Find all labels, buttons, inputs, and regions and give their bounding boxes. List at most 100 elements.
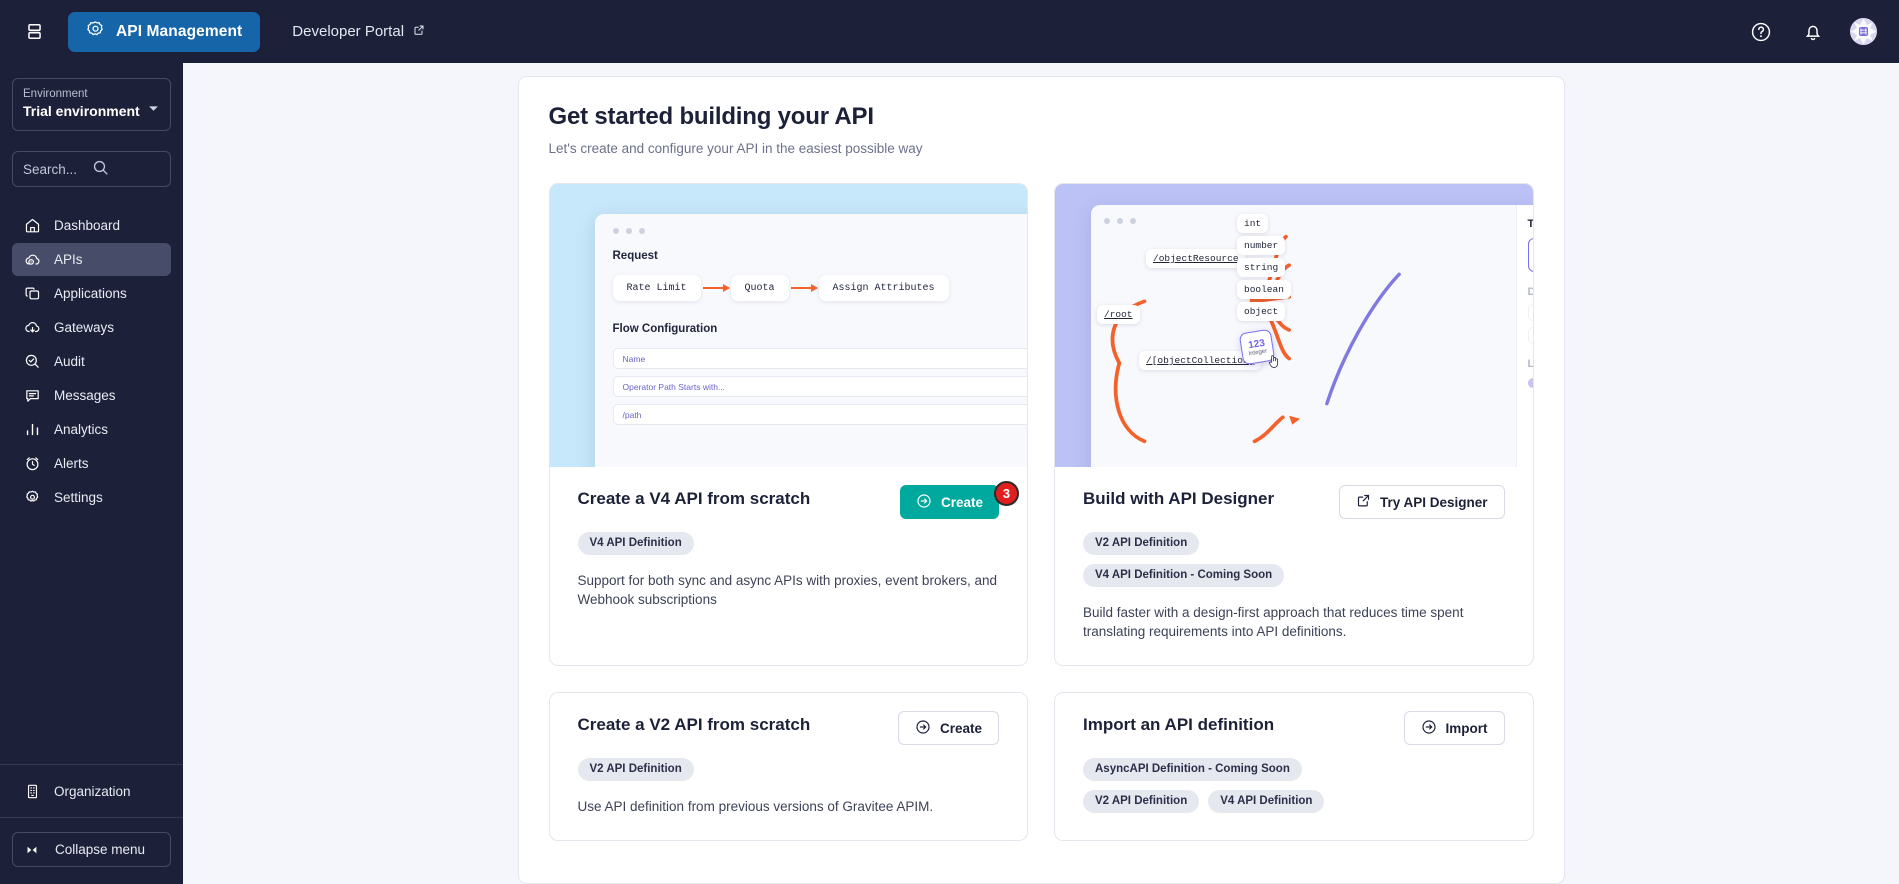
- flow-step: Quota: [730, 275, 789, 301]
- hamburger-menu-icon[interactable]: [14, 12, 54, 52]
- sidebar-item-audit[interactable]: Audit: [12, 345, 171, 378]
- external-link-icon: [1356, 493, 1371, 511]
- sidebar-item-analytics[interactable]: Analytics: [12, 413, 171, 446]
- import-button[interactable]: Import: [1403, 711, 1505, 746]
- create-v2-button-label: Create: [939, 720, 982, 736]
- sidebar-item-label: Gateways: [54, 320, 115, 335]
- chip: V2 API Definition: [1083, 532, 1200, 555]
- sidebar-item-organization[interactable]: Organization: [0, 765, 183, 817]
- designer-type-number: number: [1237, 236, 1286, 255]
- card-body: Import an API definition Import AsyncAPI…: [1055, 693, 1533, 837]
- card-chips: AsyncAPI Definition - Coming Soon: [1083, 758, 1505, 782]
- card-body: Create a V4 API from scratch Create 3 V4…: [550, 467, 1028, 633]
- copy-stack-icon: [23, 285, 41, 303]
- import-button-label: Import: [1445, 720, 1488, 736]
- illustration-flow-row: Rate Limit Quota Assign Attributes: [612, 275, 1028, 301]
- card-import-api-definition[interactable]: Import an API definition Import AsyncAPI…: [1054, 692, 1534, 842]
- tab-developer-portal[interactable]: Developer Portal: [282, 12, 435, 52]
- panel-legend-dots: [1527, 378, 1533, 388]
- designer-type-object: object: [1237, 302, 1286, 321]
- gear-icon: [23, 489, 41, 507]
- chip: V4 API Definition: [577, 532, 694, 555]
- create-v4-button[interactable]: Create: [899, 485, 999, 519]
- tab-developer-portal-label: Developer Portal: [292, 23, 405, 40]
- sidebar-item-label: Audit: [54, 354, 85, 369]
- node-label: /objectResource: [1153, 253, 1239, 264]
- topbar-actions: [1746, 17, 1877, 47]
- card-description: Use API definition from previous version…: [577, 799, 934, 815]
- bell-icon[interactable]: [1798, 17, 1828, 47]
- card-create-v2-api[interactable]: Create a V2 API from scratch Create V2 A…: [548, 692, 1028, 842]
- cloud-gear-icon: [23, 251, 41, 269]
- chip: V4 API Definition: [1208, 790, 1325, 814]
- card-head: Create a V4 API from scratch Create 3: [577, 481, 1019, 519]
- sidebar-item-alerts[interactable]: Alerts: [12, 447, 171, 480]
- panel-field-name: Name: [1527, 304, 1533, 321]
- alarm-clock-icon: [23, 455, 41, 473]
- create-v2-button[interactable]: Create: [897, 711, 999, 746]
- help-circle-icon[interactable]: [1746, 17, 1776, 47]
- card-create-v4-api[interactable]: Request Rate Limit Quota Assign Attribut…: [548, 183, 1028, 667]
- tab-api-management[interactable]: API Management: [68, 11, 261, 52]
- environment-label: Environment: [23, 88, 88, 100]
- sidebar-item-dashboard[interactable]: Dashboard: [12, 209, 171, 242]
- card-description: Build faster with a design-first approac…: [1083, 605, 1464, 640]
- sidebar-item-apis[interactable]: APIs: [12, 243, 171, 276]
- card-head: Build with API Designer Try API Designer: [1083, 485, 1505, 519]
- flow-step: Assign Attributes: [818, 275, 949, 301]
- illustration-request-heading: Request: [612, 250, 658, 262]
- bar-chart-icon: [23, 421, 41, 439]
- panel-legend-heading: Legend: [1528, 358, 1533, 370]
- sidebar-item-label: Analytics: [54, 422, 109, 437]
- main-content: Get started building your API Let's crea…: [183, 63, 1899, 884]
- designer-type-int: int: [1237, 214, 1269, 233]
- card-illustration-flow-editor: Request Rate Limit Quota Assign Attribut…: [549, 184, 1028, 467]
- card-body: Build with API Designer Try API Designer…: [1055, 467, 1533, 665]
- sidebar-item-applications[interactable]: Applications: [12, 277, 171, 310]
- chip: V2 API Definition: [1083, 790, 1200, 814]
- card-body: Create a V2 API from scratch Create V2 A…: [550, 693, 1028, 840]
- card-chips: V2 API Definition: [1083, 532, 1505, 555]
- user-avatar[interactable]: [1850, 18, 1877, 45]
- sidebar-item-settings[interactable]: Settings: [12, 481, 171, 514]
- collapse-menu-button[interactable]: Collapse menu: [12, 832, 171, 867]
- designer-node-resource: /objectResource: [1146, 249, 1246, 268]
- card-title: Import an API definition: [1083, 715, 1275, 735]
- top-navigation-bar: API Management Developer Portal: [0, 0, 1899, 63]
- panel-type-heading: Type: [1528, 218, 1533, 230]
- card-illustration-api-designer: /root /objectResource /[objectCollection…: [1055, 184, 1533, 467]
- tab-api-management-label: API Management: [116, 22, 243, 40]
- card-chips-secondary: V4 API Definition - Coming Soon: [1083, 564, 1505, 587]
- sidebar-item-messages[interactable]: Messages: [12, 379, 171, 412]
- card-action-wrap: Create 3: [899, 481, 1019, 519]
- type-option-integer: 123 Integer: [1527, 238, 1533, 272]
- flow-step: Rate Limit: [612, 275, 701, 301]
- card-description: Support for both sync and async APIs wit…: [577, 573, 997, 608]
- getting-started-panel: Get started building your API Let's crea…: [517, 76, 1565, 884]
- panel-description-heading: Description: [1528, 286, 1533, 298]
- arrow-right-circle-icon: [915, 719, 931, 738]
- sidebar-item-label: Organization: [54, 783, 131, 799]
- card-title: Create a V4 API from scratch: [577, 489, 811, 508]
- sidebar-item-label: Dashboard: [54, 218, 121, 233]
- panel-type-options: 123 Integer 1.0 Number T: [1527, 238, 1533, 272]
- collapse-arrows-icon: [24, 841, 42, 859]
- card-chips: V4 API Definition: [577, 532, 1000, 555]
- designer-type-string: string: [1237, 258, 1286, 277]
- environment-selector[interactable]: Environment Trial environment: [12, 78, 171, 131]
- app-root: API Management Developer Portal Environm…: [0, 0, 1899, 884]
- search-icon: [92, 159, 161, 179]
- illustration-field-path: /path: [612, 404, 1027, 425]
- search-input[interactable]: Search...: [12, 151, 171, 187]
- card-chips: V2 API Definition: [577, 758, 1000, 782]
- body-row: Environment Trial environment Search...: [0, 63, 1899, 884]
- gear-badge-icon: [86, 20, 105, 44]
- sidebar-item-label: Settings: [54, 490, 103, 505]
- illustration-window: /root /objectResource /[objectCollection…: [1091, 205, 1533, 467]
- try-api-designer-button[interactable]: Try API Designer: [1338, 485, 1505, 519]
- card-build-api-designer[interactable]: /root /objectResource /[objectCollection…: [1054, 183, 1534, 667]
- sidebar-item-label: Alerts: [54, 456, 89, 471]
- sidebar-item-label: Applications: [54, 286, 127, 301]
- sidebar-divider-bottom: [0, 817, 183, 818]
- sidebar-item-gateways[interactable]: Gateways: [12, 311, 171, 344]
